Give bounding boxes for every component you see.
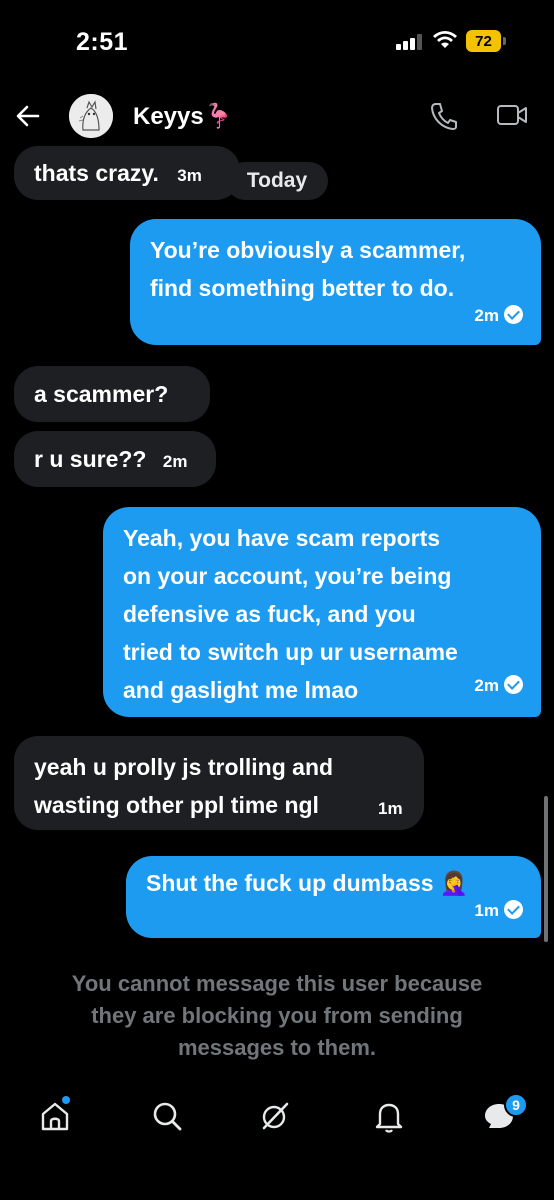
message-time: 2m	[474, 676, 499, 695]
phone-icon[interactable]	[430, 101, 458, 131]
avatar[interactable]	[69, 94, 113, 138]
cellular-signal-icon	[396, 34, 424, 50]
read-check-icon	[504, 900, 523, 919]
message-incoming[interactable]: a scammer?	[14, 366, 210, 422]
bottom-nav	[0, 1085, 554, 1149]
battery-icon: 72	[466, 30, 506, 52]
message-text: Shut the fuck up dumbass 🤦‍♀️	[146, 870, 469, 896]
contact-name[interactable]: Keyys🦩	[133, 102, 234, 131]
bell-icon[interactable]	[372, 1099, 406, 1133]
message-time: 2m	[162, 452, 188, 471]
read-check-icon	[504, 305, 523, 324]
scrollbar[interactable]	[544, 796, 548, 942]
read-check-icon	[504, 675, 523, 694]
message-time: 1m	[378, 799, 403, 818]
message-text: r u sure??	[34, 446, 147, 472]
search-icon[interactable]	[150, 1099, 184, 1133]
message-text: yeah u prolly js trolling and wasting ot…	[34, 754, 334, 818]
message-text: Yeah, you have scam reports on your acco…	[123, 525, 458, 703]
home-unread-dot	[62, 1096, 70, 1104]
message-text: thats crazy.	[34, 160, 159, 186]
message-outgoing[interactable]: You’re obviously a scammer, find somethi…	[130, 219, 541, 345]
messages-badge: 9	[504, 1093, 528, 1117]
message-time: 3m	[177, 166, 202, 185]
blocked-notice: You cannot message this user because the…	[71, 971, 483, 1060]
video-icon[interactable]	[496, 103, 528, 127]
date-separator: Today	[226, 162, 328, 200]
status-time: 2:51	[76, 28, 129, 56]
message-outgoing[interactable]: Shut the fuck up dumbass 🤦‍♀️ 1m	[126, 856, 541, 938]
status-bar: 2:51 72	[0, 0, 554, 90]
message-incoming[interactable]: r u sure?? 2m	[14, 431, 216, 487]
message-time: 1m	[474, 901, 499, 920]
message-status: 2m	[474, 667, 523, 705]
message-text: a scammer?	[34, 381, 169, 407]
message-incoming[interactable]: yeah u prolly js trolling and wasting ot…	[14, 736, 424, 830]
message-incoming[interactable]: thats crazy. 3m	[14, 146, 240, 200]
conversation-header: Keyys🦩	[0, 90, 554, 142]
message-status: 1m	[474, 892, 523, 930]
message-outgoing[interactable]: Yeah, you have scam reports on your acco…	[103, 507, 541, 717]
message-status: 2m	[474, 297, 523, 335]
grok-icon[interactable]	[258, 1099, 292, 1133]
wifi-icon	[433, 31, 457, 48]
message-text: You’re obviously a scammer, find somethi…	[150, 237, 466, 301]
home-icon[interactable]	[38, 1099, 72, 1133]
back-arrow-icon[interactable]	[14, 102, 42, 130]
message-time: 2m	[474, 306, 499, 325]
battery-level: 72	[466, 30, 501, 52]
